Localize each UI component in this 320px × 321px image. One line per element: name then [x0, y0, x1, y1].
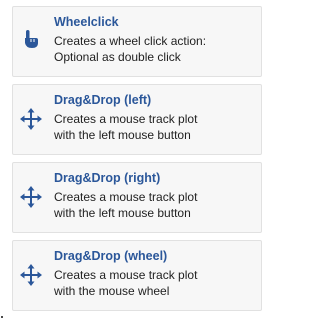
action-title: Wheelclick [54, 15, 119, 29]
action-description: Creates a mouse track plot with the left… [54, 189, 197, 221]
corner-dot [1, 316, 3, 318]
action-description-line: with the left mouse button [54, 206, 191, 220]
action-description-line: Creates a mouse track plot [54, 268, 198, 282]
move-arrows-icon [20, 264, 42, 286]
action-title: Drag&Drop (wheel) [54, 249, 168, 263]
action-card-wheelclick[interactable]: Wheelclick Creates a wheel click action:… [12, 6, 262, 77]
action-description-line: Creates a mouse track plot [54, 112, 198, 126]
move-arrows-icon [20, 108, 42, 130]
action-card-drag-drop-right[interactable]: Drag&Drop (right) Creates a mouse track … [12, 162, 262, 233]
action-list: Wheelclick Creates a wheel click action:… [12, 6, 262, 318]
move-arrows-icon [20, 186, 42, 208]
hand-pointer-icon [20, 28, 42, 50]
action-description: Creates a mouse track plot with the mous… [54, 267, 197, 299]
action-description-line: with the left mouse button [54, 128, 191, 142]
action-description: Creates a wheel click action: Optional a… [54, 33, 206, 65]
action-description: Creates a mouse track plot with the left… [54, 111, 197, 143]
action-title: Drag&Drop (left) [54, 93, 152, 107]
action-description-line: with the mouse wheel [54, 284, 170, 298]
action-description-line: Creates a mouse track plot [54, 190, 198, 204]
action-description-line: Optional as double click [54, 50, 181, 64]
action-description-line: Creates a wheel click action: [54, 34, 207, 48]
action-card-drag-drop-left[interactable]: Drag&Drop (left) Creates a mouse track p… [12, 84, 262, 155]
action-title: Drag&Drop (right) [54, 171, 161, 185]
action-card-drag-drop-wheel[interactable]: Drag&Drop (wheel) Creates a mouse track … [12, 240, 262, 311]
